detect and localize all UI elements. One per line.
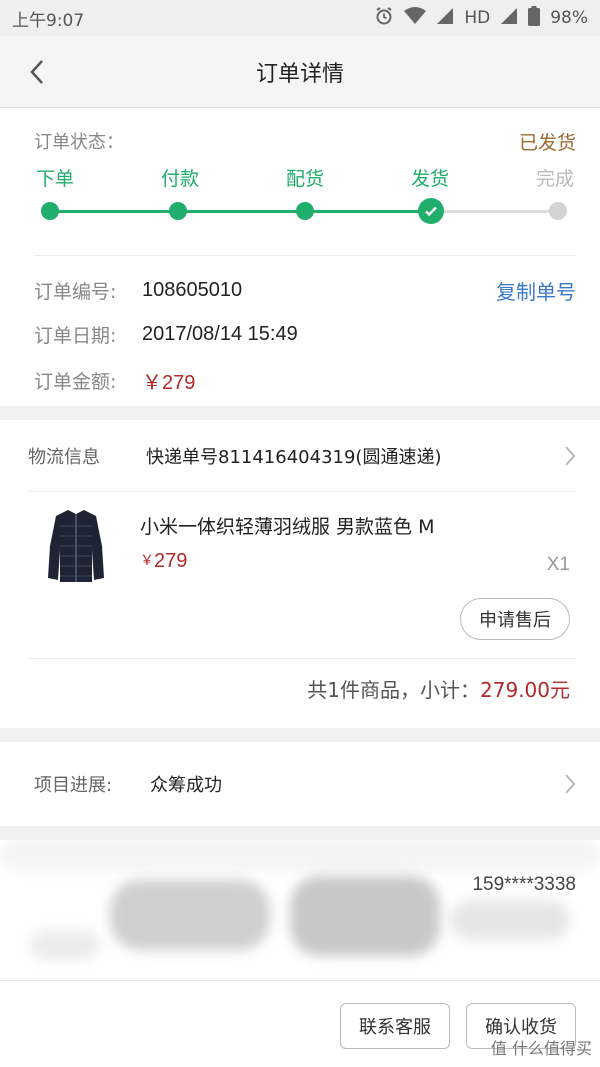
redaction-blur <box>0 840 600 870</box>
step-line-4 <box>430 210 558 213</box>
order-status-card: 订单状态： 已发货 下单 付款 配货 发货 完成 订单编号: 108605010… <box>0 108 600 406</box>
step-line-1 <box>50 210 180 213</box>
step-label-pick: 配货 <box>285 168 325 190</box>
step-dot-complete <box>549 202 567 220</box>
order-progress: 下单 付款 配货 发货 完成 <box>0 128 600 224</box>
battery-level: 98% <box>550 8 588 28</box>
signal-icon-2 <box>500 7 518 30</box>
after-sales-button[interactable]: 申请售后 <box>460 598 570 640</box>
project-label: 项目进展: <box>34 775 113 796</box>
project-progress-row[interactable]: 项目进展: 众筹成功 <box>0 742 600 826</box>
project-value: 众筹成功 <box>150 775 222 796</box>
redaction-blur <box>290 876 440 956</box>
status-time: 上午9:07 <box>12 10 85 31</box>
network-type: HD <box>464 8 491 28</box>
order-number-row: 订单编号: 108605010 复制单号 <box>34 276 576 305</box>
logistics-label: 物流信息 <box>28 446 100 468</box>
currency-symbol: ￥ <box>140 552 154 568</box>
order-amount-label: 订单金额: <box>34 371 117 393</box>
order-date-row: 订单日期: 2017/08/14 15:49 <box>34 321 576 348</box>
section-gap <box>0 826 600 840</box>
order-amount-value: ￥279 <box>142 372 196 394</box>
contact-service-button[interactable]: 联系客服 <box>340 1003 450 1049</box>
subtotal-prefix: 共1件商品，小计： <box>307 678 481 702</box>
watermark-text: 值 什么值得买 <box>490 1039 592 1058</box>
down-jacket-image[interactable] <box>46 506 106 584</box>
redaction-blur <box>110 880 270 950</box>
step-line-3 <box>305 210 430 213</box>
back-button[interactable] <box>22 57 52 87</box>
product-price-value: 279 <box>154 550 188 572</box>
order-amount-row: 订单金额: ￥279 <box>34 366 576 395</box>
order-date-label: 订单日期: <box>34 325 117 347</box>
section-gap <box>0 728 600 742</box>
bottom-action-bar: 联系客服 确认收货 值 什么值得买 <box>0 980 600 1067</box>
step-line-2 <box>180 210 305 213</box>
order-number-value: 108605010 <box>142 279 243 301</box>
chevron-right-icon <box>564 773 576 795</box>
step-dot-ship <box>418 198 444 224</box>
status-bar: 上午9:07 HD 98% <box>0 0 600 36</box>
order-date-value: 2017/08/14 15:49 <box>142 323 298 345</box>
logistics-row[interactable]: 物流信息 快递单号811416404319(圆通速递) <box>28 420 576 492</box>
signal-icon <box>436 7 454 30</box>
section-gap <box>0 406 600 420</box>
step-dot-pick <box>296 202 314 220</box>
product-quantity: X1 <box>546 554 570 575</box>
watermark: 值 什么值得买 <box>491 1035 592 1059</box>
nav-bar: 订单详情 <box>0 36 600 108</box>
alarm-icon <box>374 6 394 31</box>
divider <box>34 255 576 256</box>
chevron-right-icon <box>564 445 576 467</box>
step-label-complete: 完成 <box>535 168 575 190</box>
goods-card: 物流信息 快递单号811416404319(圆通速递) 小米一体织轻薄羽绒服 男… <box>0 420 600 728</box>
battery-icon <box>528 5 541 31</box>
page-title: 订单详情 <box>255 61 344 87</box>
step-label-pay: 付款 <box>160 168 200 190</box>
checkmark-icon <box>425 206 437 217</box>
wifi-icon <box>404 6 427 30</box>
logistics-value: 快递单号811416404319(圆通速递) <box>146 446 442 468</box>
step-label-order: 下单 <box>35 168 75 190</box>
step-dot-pay <box>169 202 187 220</box>
step-dot-order <box>41 202 59 220</box>
recipient-phone: 159****3338 <box>472 874 576 895</box>
step-label-ship: 发货 <box>410 168 450 190</box>
chevron-left-icon <box>30 59 43 84</box>
divider <box>28 658 576 659</box>
subtotal-amount: 279.00元 <box>480 678 570 702</box>
order-number-label: 订单编号: <box>34 281 117 303</box>
redaction-blur <box>30 930 100 960</box>
subtotal: 共1件商品，小计：279.00元 <box>307 674 570 703</box>
product-price: ￥279 <box>140 550 187 573</box>
redaction-blur <box>450 900 570 940</box>
product-name[interactable]: 小米一体织轻薄羽绒服 男款蓝色 M <box>140 512 434 539</box>
address-card: 159****3338 <box>0 840 600 1000</box>
status-icons: HD 98% <box>374 5 588 31</box>
copy-order-number-button[interactable]: 复制单号 <box>496 276 576 305</box>
